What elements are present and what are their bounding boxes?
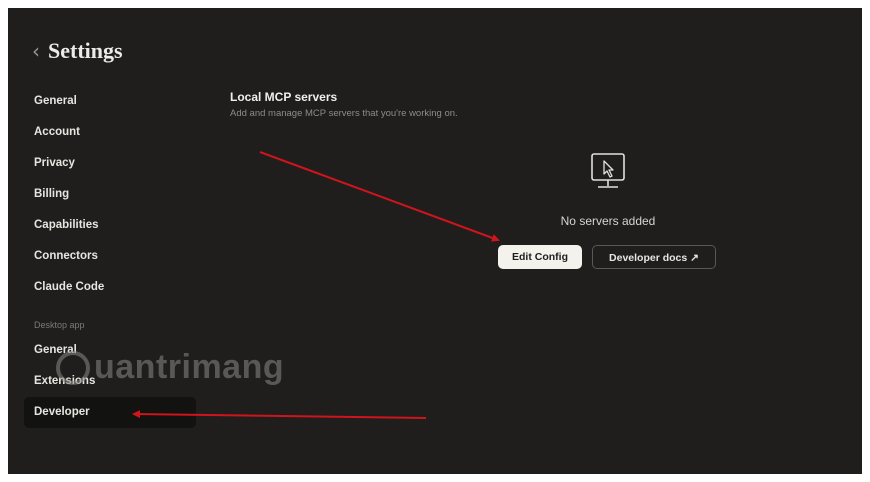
arrow-to-edit-config: [259, 151, 500, 242]
settings-window: ‹ Settings General Account Privacy Billi…: [8, 8, 862, 474]
annotation-arrows: [132, 151, 500, 419]
arrow-to-developer: [132, 410, 427, 419]
